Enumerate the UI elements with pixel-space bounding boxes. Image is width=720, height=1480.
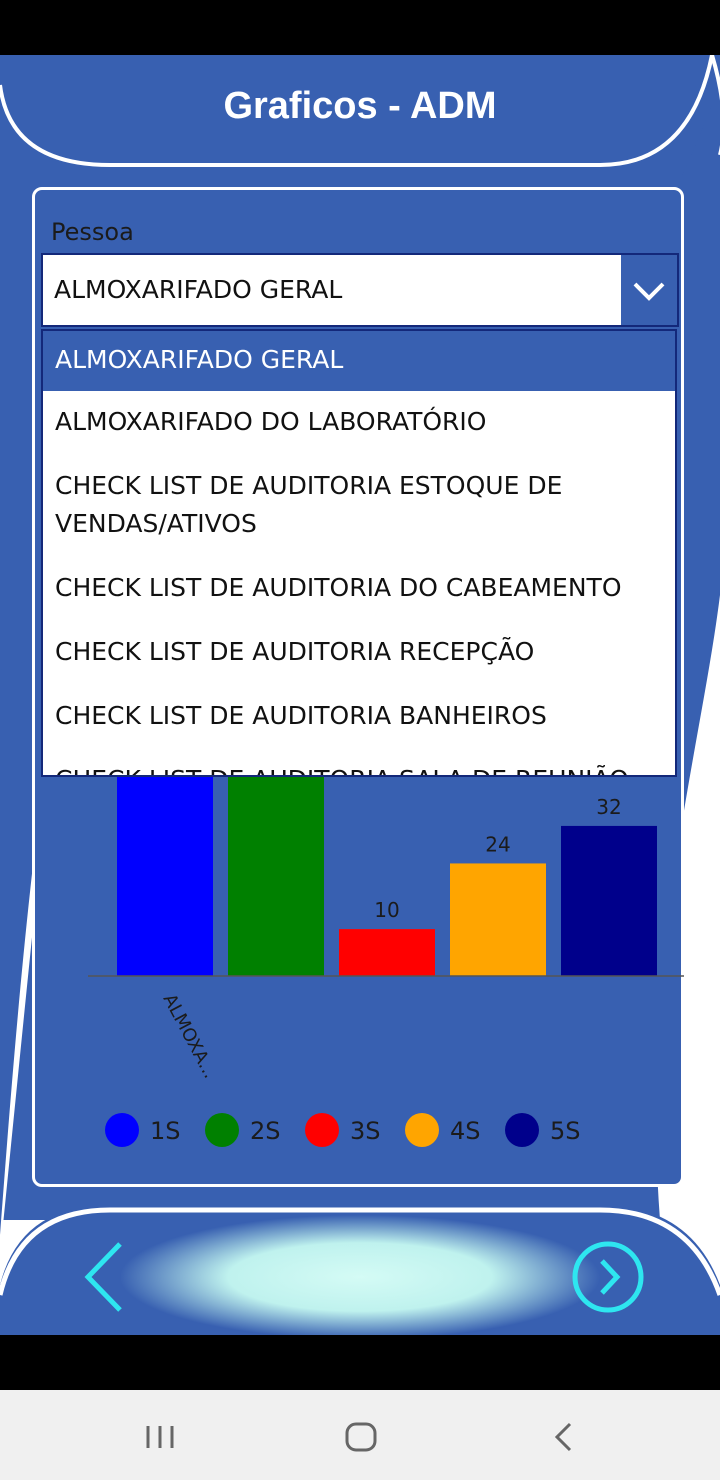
circle-chevron-right-icon[interactable] (570, 1239, 646, 1315)
back-icon[interactable] (550, 1422, 576, 1452)
legend-label-1s: 1S (150, 1117, 181, 1145)
dropdown-option[interactable]: CHECK LIST DE AUDITORIA BANHEIROS (43, 685, 675, 749)
legend-swatch-4s (405, 1113, 439, 1147)
home-icon[interactable] (344, 1421, 378, 1453)
chevron-left-icon[interactable] (78, 1238, 128, 1316)
legend-swatch-2s (205, 1113, 239, 1147)
data-label-3s: 10 (374, 898, 399, 922)
legend-label-2s: 2S (250, 1117, 281, 1145)
legend-swatch-1s (105, 1113, 139, 1147)
dropdown-option[interactable]: CHECK LIST DE AUDITORIA ESTOQUE DE VENDA… (43, 455, 675, 557)
bar-4s (450, 863, 546, 976)
bar-5s (561, 825, 657, 976)
legend-label-5s: 5S (550, 1117, 581, 1145)
legend-label-4s: 4S (450, 1117, 481, 1145)
data-label-5s: 32 (596, 795, 621, 819)
app-screen: Graficos - ADM Pessoa ALMOXARIFADO GERAL… (0, 55, 720, 1335)
legend-swatch-5s (505, 1113, 539, 1147)
system-navigation-bar (0, 1390, 720, 1480)
dropdown-option[interactable]: CHECK LIST DE AUDITORIA RECEPÇÃO (43, 621, 675, 685)
bar-3s (339, 929, 435, 976)
legend-swatch-3s (305, 1113, 339, 1147)
recents-icon[interactable] (144, 1424, 176, 1450)
data-label-4s: 24 (485, 832, 510, 856)
dropdown-option[interactable]: CHECK LIST DE AUDITORIA SALA DE REUNIÃO (43, 749, 675, 775)
dropdown-option[interactable]: CHECK LIST DE AUDITORIA DO CABEAMENTO (43, 557, 675, 621)
x-tick-label: ALMOXA... (159, 990, 221, 1081)
dropdown-options-list[interactable]: ALMOXARIFADO GERAL ALMOXARIFADO DO LABOR… (41, 329, 677, 777)
dropdown-option[interactable]: ALMOXARIFADO DO LABORATÓRIO (43, 391, 675, 455)
legend-label-3s: 3S (350, 1117, 381, 1145)
dropdown-option[interactable]: ALMOXARIFADO GERAL (43, 331, 675, 391)
